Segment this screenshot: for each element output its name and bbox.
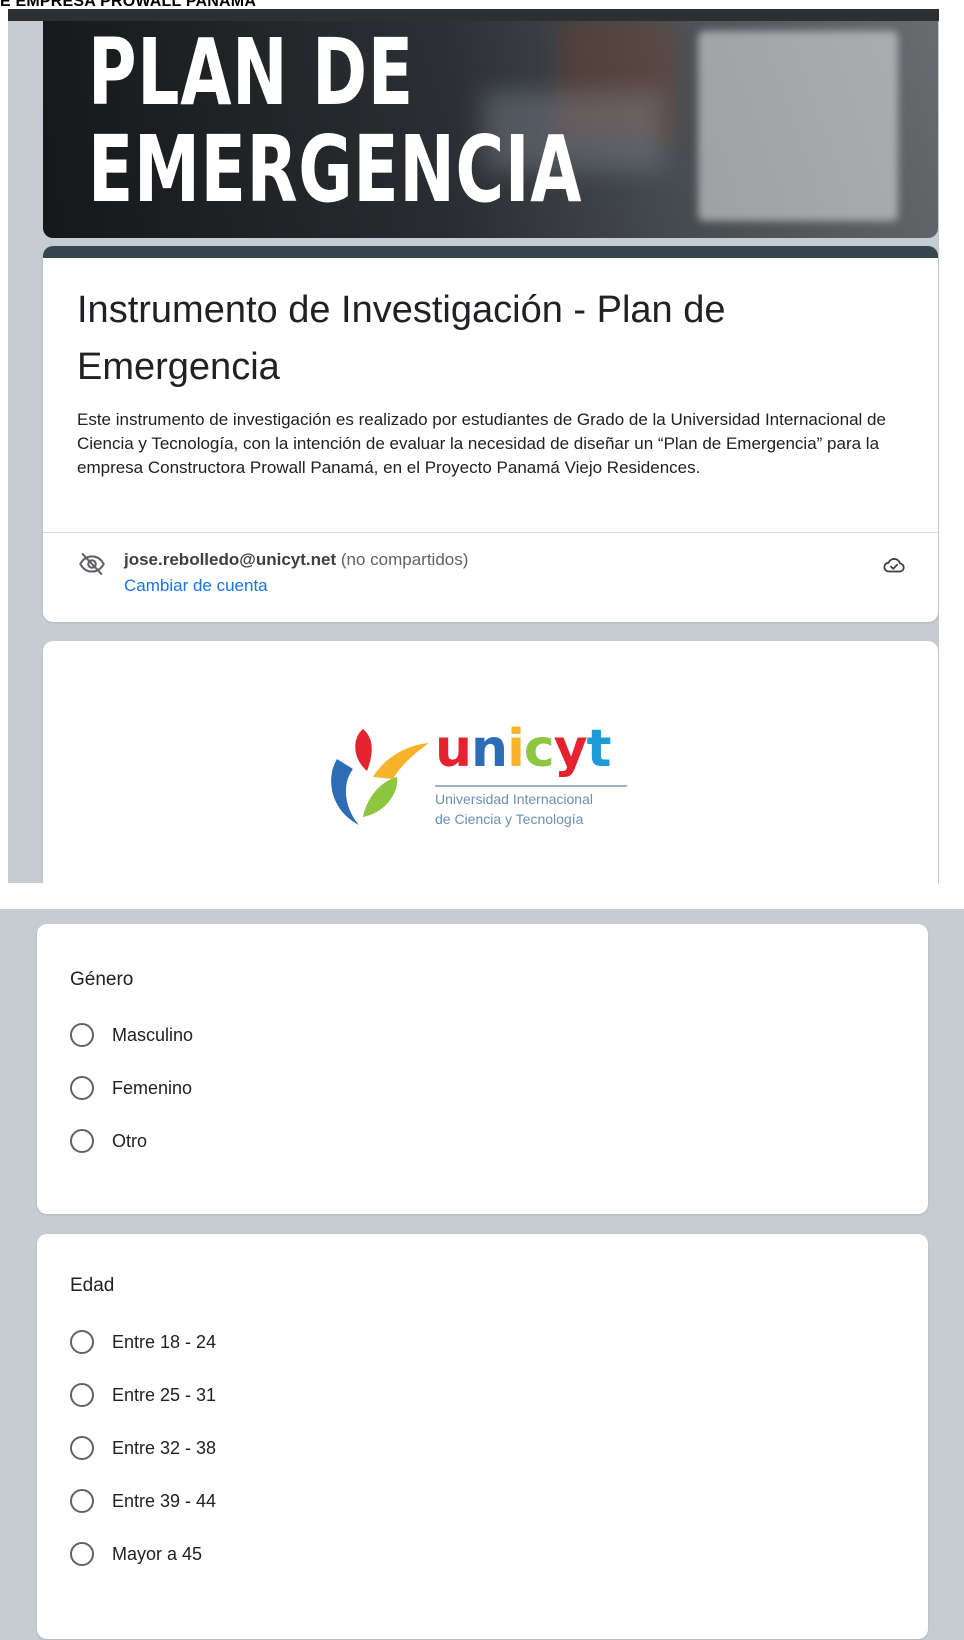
question-title: Género	[70, 969, 134, 990]
option-label: Entre 18 - 24	[112, 1332, 217, 1352]
form-header-screenshot: PLAN DE EMERGENCIA Instrumento de Invest…	[8, 9, 939, 883]
account-info: jose.rebolledo@unicyt.net (no compartido…	[124, 549, 468, 571]
option-label: Otro	[112, 1131, 148, 1151]
radio-button[interactable]	[70, 1436, 94, 1460]
form-header-card: Instrumento de Investigación - Plan de E…	[43, 246, 938, 622]
header-accent-bar	[43, 246, 938, 258]
radio-button[interactable]	[70, 1383, 94, 1407]
form-title: Instrumento de Investigación - Plan de E…	[77, 289, 726, 388]
cloud-done-icon	[883, 558, 905, 573]
unicyt-wordmark: unicyt	[435, 719, 611, 779]
question-card-gender: Género Masculino Femenino Otro	[37, 924, 928, 1214]
radio-option-mayor-45[interactable]: Mayor a 45	[70, 1539, 202, 1569]
question-title: Edad	[70, 1275, 115, 1296]
radio-option-32-38[interactable]: Entre 32 - 38	[70, 1433, 216, 1463]
radio-option-25-31[interactable]: Entre 25 - 31	[70, 1380, 216, 1410]
radio-option-masculino[interactable]: Masculino	[70, 1020, 193, 1050]
unicyt-logo: unicyt Universidad Internacional de Cien…	[323, 713, 643, 843]
divider	[43, 532, 938, 533]
banner-title-line-2: EMERGENCIA	[88, 116, 583, 223]
radio-button[interactable]	[70, 1542, 94, 1566]
option-label: Entre 39 - 44	[112, 1491, 217, 1511]
form-questions-screenshot: Género Masculino Femenino Otro Edad Entr…	[0, 909, 964, 1640]
radio-option-femenino[interactable]: Femenino	[70, 1073, 192, 1103]
radio-option-otro[interactable]: Otro	[70, 1126, 147, 1156]
radio-button[interactable]	[70, 1076, 94, 1100]
radio-option-18-24[interactable]: Entre 18 - 24	[70, 1327, 216, 1357]
radio-option-39-44[interactable]: Entre 39 - 44	[70, 1486, 216, 1516]
form-description: Este instrumento de investigación es rea…	[77, 410, 886, 477]
radio-button[interactable]	[70, 1489, 94, 1513]
option-label: Mayor a 45	[112, 1544, 203, 1564]
header-banner-image: PLAN DE EMERGENCIA	[43, 21, 938, 238]
visibility-off-icon	[79, 553, 105, 575]
option-label: Femenino	[112, 1078, 193, 1098]
banner-title-line-1: PLAN DE	[88, 21, 414, 126]
question-card-age: Edad Entre 18 - 24 Entre 25 - 31 Entre 3…	[37, 1234, 928, 1639]
radio-button[interactable]	[70, 1129, 94, 1153]
switch-account-link[interactable]: Cambiar de cuenta	[124, 575, 268, 597]
logo-card: unicyt Universidad Internacional de Cien…	[43, 641, 938, 883]
option-label: Entre 25 - 31	[112, 1385, 217, 1405]
unicyt-emblem-icon	[331, 729, 429, 825]
radio-button[interactable]	[70, 1023, 94, 1047]
logo-subtitle: Universidad Internacional de Ciencia y T…	[435, 791, 593, 827]
option-label: Masculino	[112, 1025, 194, 1045]
logo-divider	[435, 785, 627, 787]
account-note: (no compartidos)	[340, 550, 469, 569]
option-label: Entre 32 - 38	[112, 1438, 217, 1458]
radio-button[interactable]	[70, 1330, 94, 1354]
account-email: jose.rebolledo@unicyt.net	[124, 550, 337, 569]
